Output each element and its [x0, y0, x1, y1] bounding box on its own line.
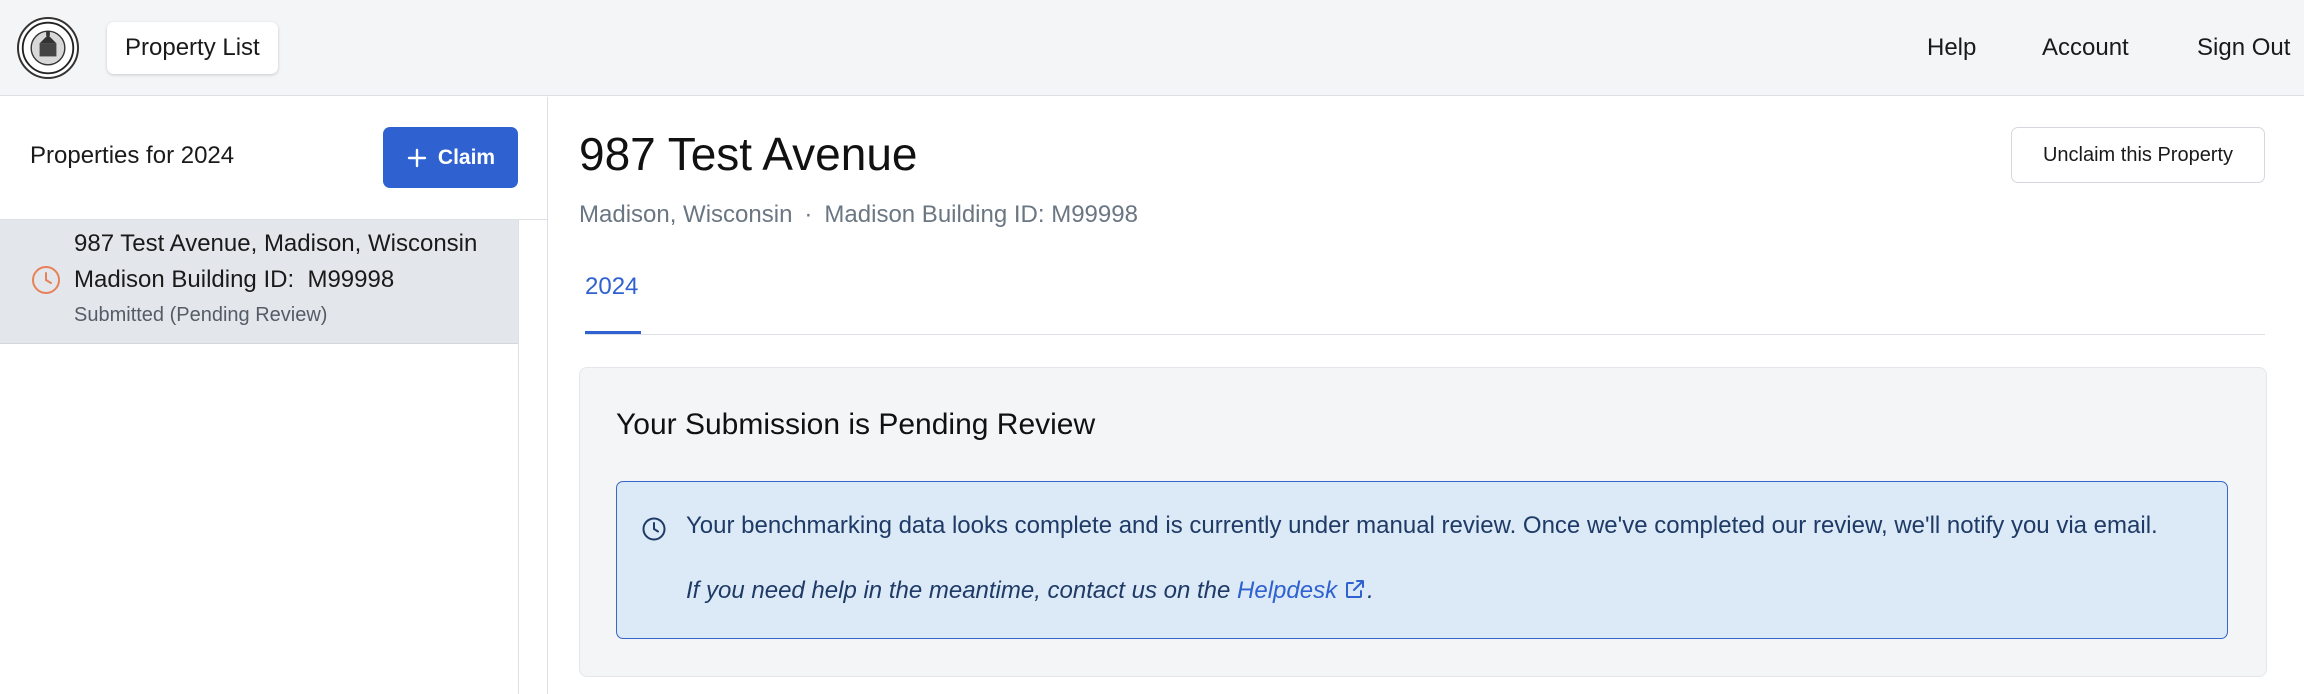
card-title: Your Submission is Pending Review: [616, 408, 1096, 441]
property-status: Submitted (Pending Review): [74, 304, 328, 326]
tab-bar-divider: [585, 334, 2265, 335]
property-list-button[interactable]: Property List: [107, 22, 278, 74]
tab-2024[interactable]: 2024: [585, 273, 638, 301]
sign-out-link[interactable]: Sign Out: [2197, 32, 2290, 64]
top-bar: Property List Help Account Sign Out: [0, 0, 2304, 96]
notice-message: Your benchmarking data looks complete an…: [686, 512, 2158, 539]
claim-button[interactable]: Claim: [383, 127, 518, 188]
help-suffix: .: [1367, 577, 1374, 604]
city-seal-icon[interactable]: [17, 17, 79, 79]
external-link-icon: [1346, 580, 1365, 598]
claim-button-label: Claim: [437, 145, 496, 169]
clock-icon: [32, 266, 60, 294]
property-location: Madison, Wisconsin: [579, 201, 793, 228]
help-prefix: If you need help in the meantime, contac…: [686, 577, 1238, 604]
sidebar-title: Properties for 2024: [30, 142, 235, 169]
notice-help-text: If you need help in the meantime, contac…: [686, 577, 1374, 605]
page-title: 987 Test Avenue: [579, 128, 918, 180]
pending-review-notice: Your benchmarking data looks complete an…: [616, 481, 2228, 639]
plus-icon: [407, 148, 427, 167]
help-link[interactable]: Help: [1927, 32, 1976, 64]
main-content: 987 Test Avenue Madison, Wisconsin · Madis…: [549, 97, 2304, 694]
sidebar-scroll-edge: [518, 220, 519, 694]
property-building-id: Madison Building ID: M99998: [74, 266, 395, 293]
properties-sidebar: Properties for 2024 Claim 987 Test Avenu…: [0, 97, 548, 694]
helpdesk-link-label: Helpdesk: [1237, 577, 1338, 604]
unclaim-property-button[interactable]: Unclaim this Property: [2011, 127, 2265, 183]
helpdesk-link[interactable]: Helpdesk: [1237, 577, 1367, 604]
property-list-item[interactable]: 987 Test Avenue, Madison, Wisconsin Madi…: [0, 220, 518, 344]
submission-status-card: Your Submission is Pending Review Your b…: [579, 367, 2267, 677]
property-address: 987 Test Avenue, Madison, Wisconsin: [74, 230, 478, 257]
property-building-id-main: Madison Building ID: M99998: [824, 201, 1138, 228]
subtitle-separator: ·: [804, 201, 813, 228]
clock-icon: [642, 517, 666, 541]
account-link[interactable]: Account: [2042, 32, 2129, 64]
property-subtitle: Madison, Wisconsin · Madison Building ID: …: [579, 201, 1138, 229]
